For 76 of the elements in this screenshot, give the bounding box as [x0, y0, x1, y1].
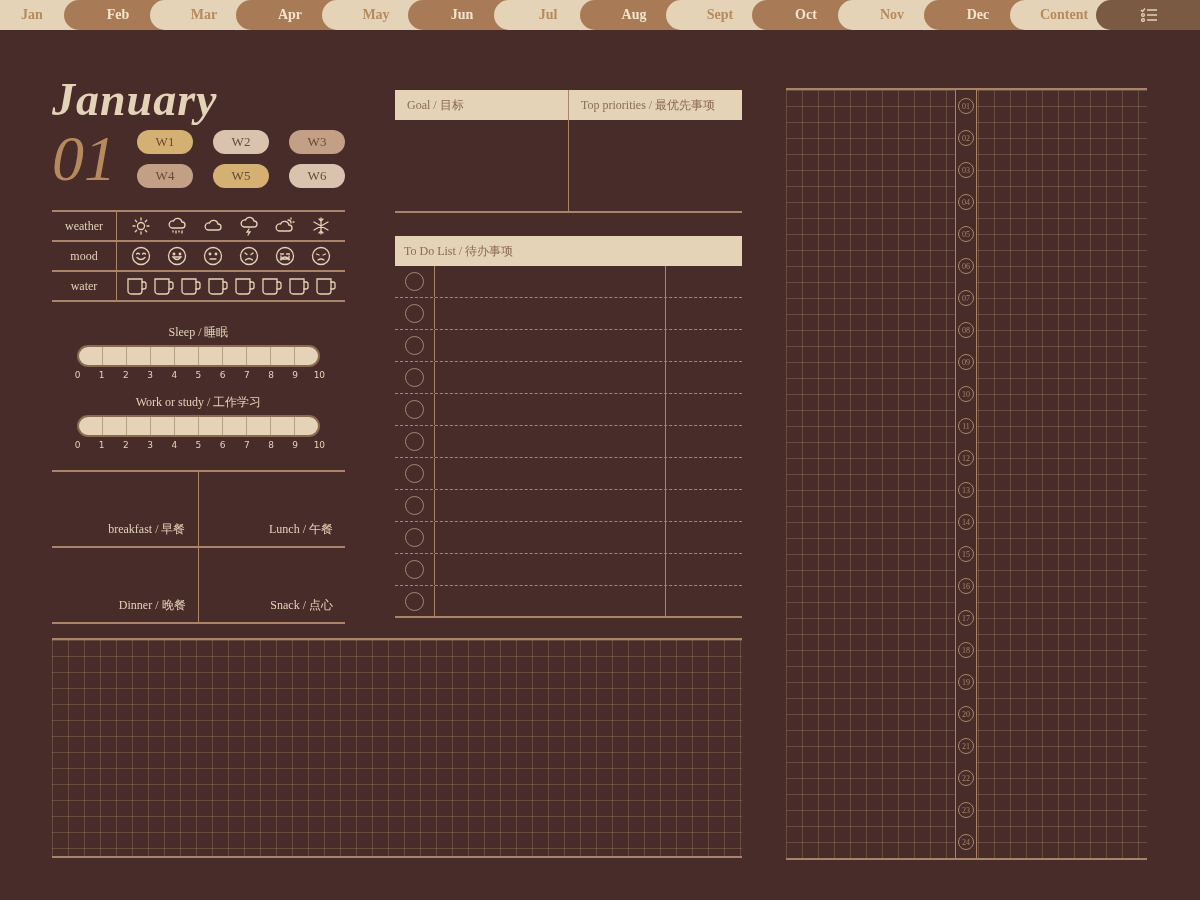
meal-label: Lunch / 午餐: [269, 521, 333, 538]
month-tab[interactable]: Feb: [64, 0, 150, 30]
meal-label: Dinner / 晚餐: [118, 597, 186, 614]
scale-tick: 1: [97, 370, 106, 380]
scale-tick: 6: [218, 370, 227, 380]
month-tab[interactable]: Mar: [150, 0, 236, 30]
scale-title: Work or study / 工作学习: [135, 394, 262, 411]
meal-label: Snack / 点心: [270, 597, 333, 614]
rain-cloud-icon: [167, 216, 187, 236]
meal-label: breakfast / 早餐: [108, 521, 186, 538]
cup-icon: [287, 276, 310, 296]
month-tab[interactable]: Jul: [494, 0, 580, 30]
scale-tick: 6: [218, 440, 227, 450]
sad-face-icon: [239, 246, 259, 266]
scale-tick: 0: [73, 370, 82, 380]
week-pill[interactable]: W4: [137, 164, 193, 188]
checklist-icon: [1140, 7, 1158, 23]
week-pill[interactable]: W1: [137, 130, 193, 154]
month-tab[interactable]: May: [322, 0, 408, 30]
scale-tick: 5: [194, 370, 203, 380]
sun-icon: [131, 216, 151, 236]
tracker-label: water: [70, 278, 98, 294]
scale-track[interactable]: [77, 415, 320, 437]
storm-cloud-icon: [239, 216, 259, 236]
scale-track[interactable]: [77, 345, 320, 367]
cup-icon: [233, 276, 256, 296]
annoyed-face-icon: [311, 246, 331, 266]
cup-icon: [260, 276, 283, 296]
section-header: Top priorities / 最优先事项: [569, 90, 742, 120]
tracker-label: mood: [70, 248, 98, 264]
scale-tick: 2: [122, 370, 130, 380]
section-header: Goal / 目标: [395, 90, 568, 120]
menu-tab[interactable]: [1096, 0, 1200, 30]
scale-tick: 5: [194, 440, 203, 450]
month-tab[interactable]: Jan: [0, 0, 64, 30]
week-pill[interactable]: W3: [289, 130, 345, 154]
scale-tick: 8: [267, 440, 275, 450]
cup-icon: [179, 276, 202, 296]
week-pill[interactable]: W6: [289, 164, 345, 188]
month-tab[interactable]: Apr: [236, 0, 322, 30]
scale-tick: 10: [312, 440, 327, 450]
month-tab[interactable]: Dec: [924, 0, 1010, 30]
scale-tick: 1: [97, 440, 106, 450]
grinning-face-icon: [167, 246, 187, 266]
scale-tick: 7: [242, 440, 251, 450]
scale-tick: 4: [170, 370, 179, 380]
crying-face-icon: [275, 246, 295, 266]
cup-icon: [314, 276, 337, 296]
scale-tick: 2: [122, 440, 130, 450]
snowflake-icon: [311, 216, 331, 236]
month-tab[interactable]: Jun: [408, 0, 494, 30]
week-pill[interactable]: W5: [213, 164, 269, 188]
scale-tick: 3: [146, 440, 154, 450]
cup-icon: [152, 276, 175, 296]
month-tab[interactable]: Nov: [838, 0, 924, 30]
scale-tick: 7: [242, 370, 251, 380]
scale-title: Sleep / 睡眠: [168, 324, 229, 341]
scale-tick: 10: [312, 370, 327, 380]
month-tab[interactable]: Aug: [580, 0, 666, 30]
scale-tick: 8: [267, 370, 275, 380]
week-pill[interactable]: W2: [213, 130, 269, 154]
cup-icon: [125, 276, 148, 296]
month-tab[interactable]: Oct: [752, 0, 838, 30]
smiling-face-icon: [131, 246, 151, 266]
tracker-label: weather: [65, 218, 103, 234]
scale-tick: 4: [170, 440, 179, 450]
neutral-face-icon: [203, 246, 223, 266]
month-number: 01: [52, 128, 116, 190]
scale-tick: 3: [146, 370, 154, 380]
cup-icon: [206, 276, 229, 296]
scale-tick: 0: [73, 440, 82, 450]
month-tab[interactable]: Content: [1010, 0, 1096, 30]
scale-tick: 9: [291, 370, 300, 380]
todo-header: To Do List / 待办事项: [395, 236, 742, 266]
scale-tick: 9: [291, 440, 300, 450]
month-tab[interactable]: Sept: [666, 0, 752, 30]
